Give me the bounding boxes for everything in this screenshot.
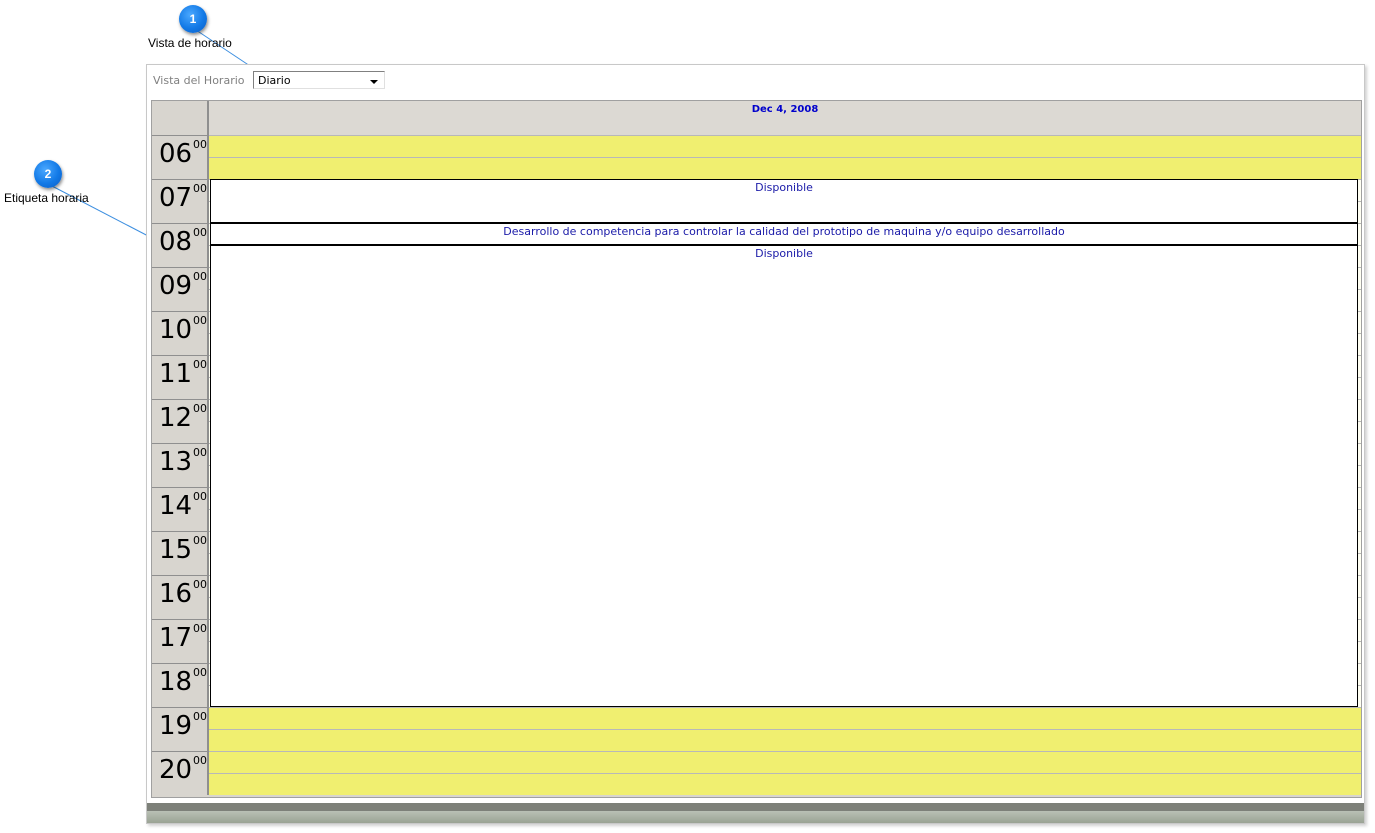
hour-text: 17 — [159, 623, 193, 653]
time-label-12: 12 00 — [152, 399, 207, 443]
appointment-block[interactable]: Disponible — [210, 179, 1358, 223]
time-label-17: 17 00 — [152, 619, 207, 663]
time-label-15: 15 00 — [152, 531, 207, 575]
minutes-text: 00 — [193, 314, 207, 327]
callout-1-badge: 1 — [179, 5, 207, 33]
view-select[interactable]: Diario — [253, 71, 385, 89]
time-label-19: 19 00 — [152, 707, 207, 751]
minutes-text: 00 — [193, 710, 207, 723]
minutes-text: 00 — [193, 578, 207, 591]
callout-2-badge: 2 — [34, 160, 62, 188]
hour-text: 12 — [159, 403, 193, 433]
appointment-block[interactable]: Disponible — [210, 245, 1358, 707]
time-slot[interactable] — [209, 707, 1361, 729]
bottom-bar — [147, 803, 1364, 811]
minutes-text: 00 — [193, 534, 207, 547]
hour-text: 09 — [159, 271, 193, 301]
time-slot[interactable] — [209, 729, 1361, 751]
hour-text: 06 — [159, 139, 193, 169]
minutes-text: 00 — [193, 182, 207, 195]
time-label-07: 07 00 — [152, 179, 207, 223]
view-label: Vista del Horario — [153, 74, 245, 87]
callout-1-label: Vista de horario — [148, 36, 232, 50]
time-slots: Disponible Desarrollo de competencia para… — [209, 135, 1361, 795]
minutes-text: 00 — [193, 226, 207, 239]
minutes-text: 00 — [193, 402, 207, 415]
time-label-08: 08 00 — [152, 223, 207, 267]
hour-text: 18 — [159, 667, 193, 697]
appointment-block[interactable]: Desarrollo de competencia para controlar… — [210, 223, 1358, 245]
time-slot[interactable] — [209, 157, 1361, 179]
scheduler-panel: Vista del Horario Diario Dec 4, 2008 06 0… — [146, 64, 1365, 824]
minutes-text: 00 — [193, 446, 207, 459]
time-label-14: 14 00 — [152, 487, 207, 531]
minutes-text: 00 — [193, 754, 207, 767]
hour-text: 19 — [159, 711, 193, 741]
view-select-value: Diario — [258, 74, 291, 87]
minutes-text: 00 — [193, 622, 207, 635]
time-label-11: 11 00 — [152, 355, 207, 399]
minutes-text: 00 — [193, 138, 207, 151]
time-label-18: 18 00 — [152, 663, 207, 707]
chevron-down-icon[interactable] — [370, 80, 378, 84]
time-label-20: 20 00 — [152, 751, 207, 795]
time-slot[interactable] — [209, 135, 1361, 157]
date-header: Dec 4, 2008 — [209, 101, 1361, 135]
bottom-footer — [147, 811, 1364, 823]
callout-2-label: Etiqueta horaria — [4, 191, 89, 205]
hour-text: 15 — [159, 535, 193, 565]
hour-text: 14 — [159, 491, 193, 521]
minutes-text: 00 — [193, 666, 207, 679]
minutes-text: 00 — [193, 358, 207, 371]
time-label-06: 06 00 — [152, 135, 207, 179]
minutes-text: 00 — [193, 490, 207, 503]
time-label-column: 06 00 07 00 08 00 09 00 10 00 11 00 12 00 13 00 14 00 15 00… — [152, 135, 209, 795]
schedule-grid: Dec 4, 2008 06 00 07 00 08 00 09 00 10 00 11 00 12 00… — [151, 100, 1362, 798]
hour-text: 13 — [159, 447, 193, 477]
hour-text: 07 — [159, 183, 193, 213]
hour-text: 20 — [159, 755, 193, 785]
time-label-13: 13 00 — [152, 443, 207, 487]
hour-text: 16 — [159, 579, 193, 609]
time-slot[interactable] — [209, 751, 1361, 773]
hour-text: 11 — [159, 359, 193, 389]
grid-corner — [152, 101, 209, 135]
hour-text: 10 — [159, 315, 193, 345]
hour-text: 08 — [159, 227, 193, 257]
time-label-09: 09 00 — [152, 267, 207, 311]
time-slot[interactable] — [209, 773, 1361, 795]
time-label-10: 10 00 — [152, 311, 207, 355]
time-label-16: 16 00 — [152, 575, 207, 619]
minutes-text: 00 — [193, 270, 207, 283]
